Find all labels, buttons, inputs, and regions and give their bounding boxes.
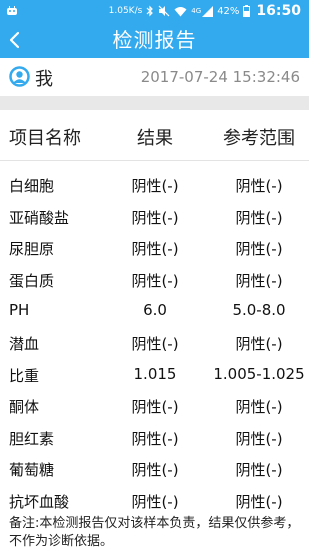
table-row: 潜血 阴性(-) 阴性(-) — [0, 327, 309, 359]
row-result: 阴性(-) — [131, 334, 179, 353]
user-info-row: 我 2017-07-24 15:32:46 — [0, 58, 309, 96]
row-reference-range: 阴性(-) — [235, 492, 283, 511]
row-item-name: 亚硝酸盐 — [9, 208, 70, 227]
table-row: 抗坏血酸 阴性(-) 阴性(-) — [0, 485, 309, 517]
row-result: 阴性(-) — [131, 271, 179, 290]
row-result: 6.0 — [143, 301, 167, 320]
row-reference-range: 阴性(-) — [235, 429, 283, 448]
battery-icon — [243, 5, 251, 17]
table-row: 亚硝酸盐 阴性(-) 阴性(-) — [0, 201, 309, 233]
status-bar: 1.05K/s 4G 42% 16:50 — [0, 0, 309, 22]
bluetooth-icon — [146, 5, 154, 17]
wifi-icon — [174, 6, 187, 16]
row-item-name: 潜血 — [9, 334, 40, 353]
signal-icon — [202, 5, 214, 17]
row-result: 阴性(-) — [131, 240, 179, 259]
network-type: 4G — [191, 7, 202, 15]
row-item-name: 白细胞 — [9, 177, 55, 195]
row-result: 阴性(-) — [131, 208, 179, 227]
table-row: 葡萄糖 阴性(-) 阴性(-) — [0, 453, 309, 485]
row-reference-range: 5.0-8.0 — [232, 301, 286, 320]
row-result: 1.015 — [133, 364, 177, 383]
android-notification-icon — [7, 6, 17, 15]
row-reference-range: 阴性(-) — [235, 271, 283, 290]
row-item-name: 蛋白质 — [9, 271, 55, 290]
header-reference-range: 参考范围 — [223, 128, 295, 149]
page-title: 检测报告 — [112, 28, 197, 52]
results-table: 项目名称 结果 参考范围 白细胞 阴性(-) 阴性(-) 亚硝酸盐 阴性(-) … — [0, 110, 309, 517]
row-reference-range: 阴性(-) — [235, 240, 283, 259]
clock: 16:50 — [256, 3, 301, 19]
row-result: 阴性(-) — [131, 177, 179, 195]
table-row: 酮体 阴性(-) 阴性(-) — [0, 390, 309, 422]
row-item-name: 尿胆原 — [9, 240, 55, 259]
app-header: 检测报告 — [0, 22, 309, 58]
row-reference-range: 阴性(-) — [235, 334, 283, 353]
row-reference-range: 阴性(-) — [235, 461, 283, 480]
table-header: 项目名称 结果 参考范围 — [0, 110, 309, 161]
row-result: 阴性(-) — [131, 492, 179, 511]
table-row: 蛋白质 阴性(-) 阴性(-) — [0, 264, 309, 296]
table-row: 比重 1.015 1.005-1.025 — [0, 359, 309, 391]
row-item-name: PH — [9, 301, 30, 320]
section-divider — [0, 96, 309, 110]
mute-icon — [158, 5, 170, 17]
disclaimer-note: 备注:本检测报告仅对该样本负责，结果仅供参考，不作为诊断依据。 — [9, 516, 300, 549]
battery-percent: 42% — [217, 5, 240, 17]
table-row: 胆红素 阴性(-) 阴性(-) — [0, 422, 309, 454]
row-reference-range: 阴性(-) — [235, 398, 283, 417]
row-item-name: 比重 — [9, 366, 40, 385]
row-result: 阴性(-) — [131, 461, 179, 480]
report-timestamp: 2017-07-24 15:32:46 — [140, 68, 300, 86]
table-row: 白细胞 阴性(-) 阴性(-) — [0, 169, 309, 201]
network-speed: 1.05K/s — [108, 6, 143, 16]
user-name: 我 — [35, 69, 53, 90]
table-row: 尿胆原 阴性(-) 阴性(-) — [0, 232, 309, 264]
row-item-name: 葡萄糖 — [9, 461, 55, 480]
row-reference-range: 阴性(-) — [235, 208, 283, 227]
header-item-name: 项目名称 — [9, 128, 81, 149]
row-item-name: 酮体 — [9, 398, 40, 417]
row-item-name: 胆红素 — [9, 429, 55, 448]
row-result: 阴性(-) — [131, 398, 179, 417]
row-reference-range: 1.005-1.025 — [213, 364, 305, 383]
header-result: 结果 — [137, 128, 173, 149]
row-result: 阴性(-) — [131, 429, 179, 448]
row-reference-range: 阴性(-) — [235, 177, 283, 195]
table-row: PH 6.0 5.0-8.0 — [0, 295, 309, 327]
row-item-name: 抗坏血酸 — [9, 492, 70, 511]
avatar-icon — [9, 66, 30, 87]
